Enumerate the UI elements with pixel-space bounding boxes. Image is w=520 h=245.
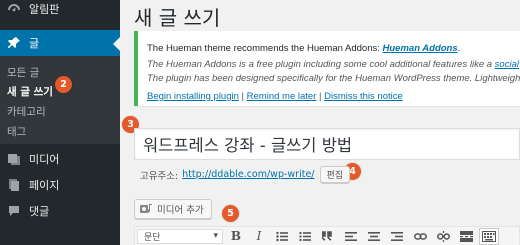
align-center-icon <box>368 231 380 241</box>
align-right-button[interactable] <box>387 228 407 245</box>
numbered-list-button[interactable] <box>295 228 315 245</box>
read-more-button[interactable] <box>456 228 476 245</box>
callout-badge: 5 <box>222 205 239 222</box>
bold-button[interactable]: B <box>226 228 246 245</box>
chevron-down-icon: ▾ <box>213 231 218 241</box>
camera-music-icon <box>139 203 153 215</box>
posts-submenu: 모든 글 새 글 쓰기 카테고리 태그 <box>0 56 120 144</box>
remove-link-button[interactable] <box>433 228 453 245</box>
menu-dashboard[interactable]: 알림판 <box>0 0 120 22</box>
submenu-categories[interactable]: 카테고리 <box>7 104 46 119</box>
menu-posts[interactable]: 글 <box>0 30 120 56</box>
notice-line-2: The Hueman Addons is a free plugin inclu… <box>147 59 519 70</box>
menu-media-label: 미디어 <box>29 153 60 166</box>
menu-comments[interactable]: 댓글 <box>0 198 120 224</box>
notice-line-3: The plugin has been designed specificall… <box>147 73 520 84</box>
menu-posts-label: 글 <box>29 37 40 50</box>
post-title-input[interactable]: 워드프레스 강좌 - 글쓰기 방법 <box>134 128 520 160</box>
pin-icon <box>5 36 23 50</box>
format-select[interactable]: 문단 ▾ <box>137 228 223 244</box>
quote-icon <box>322 231 332 241</box>
dashboard-icon <box>5 2 23 16</box>
pages-icon <box>5 178 23 192</box>
media-icon <box>5 152 23 166</box>
notice-line-1: The Hueman theme recommends the Hueman A… <box>147 43 461 54</box>
submenu-all-posts[interactable]: 모든 글 <box>7 65 39 80</box>
permalink-url[interactable]: http://ddable.com/wp-write/ <box>182 169 314 180</box>
admin-sidebar: 알림판 글 모든 글 새 글 쓰기 카테고리 태그 미디어 페이지 댓글 <box>0 0 120 245</box>
editor-toolbar: 문단 ▾ B I <box>134 226 520 245</box>
hueman-addons-link[interactable]: Hueman Addons <box>383 43 458 54</box>
edit-permalink-button[interactable]: 편집 <box>319 166 351 183</box>
menu-media[interactable]: 미디어 <box>0 146 120 172</box>
social-link[interactable]: social <box>495 59 519 70</box>
link-icon <box>413 232 427 240</box>
bullet-list-icon <box>276 231 288 241</box>
menu-dashboard-label: 알림판 <box>29 3 60 16</box>
align-center-button[interactable] <box>364 228 384 245</box>
menu-pages-label: 페이지 <box>29 179 60 192</box>
keyboard-icon <box>482 230 496 242</box>
bullet-list-button[interactable] <box>272 228 292 245</box>
unlink-icon <box>436 230 450 242</box>
add-media-label: 미디어 추가 <box>157 205 204 216</box>
insert-link-button[interactable] <box>410 228 430 245</box>
remind-later-link[interactable]: Remind me later <box>247 91 317 102</box>
align-left-icon <box>345 231 357 241</box>
blockquote-button[interactable] <box>318 228 338 245</box>
begin-installing-link[interactable]: Begin installing plugin <box>147 91 239 102</box>
format-select-value: 문단 <box>144 232 161 243</box>
permalink-row: 고유주소: http://ddable.com/wp-write/ 편집 <box>140 166 351 183</box>
numbered-list-icon <box>299 231 311 241</box>
notice-actions: Begin installing plugin | Remind me late… <box>147 91 403 102</box>
callout-badge: 2 <box>55 76 72 93</box>
dismiss-notice-link[interactable]: Dismiss this notice <box>324 91 403 102</box>
submenu-add-new[interactable]: 새 글 쓰기 <box>7 84 53 99</box>
comments-icon <box>5 204 23 218</box>
permalink-label: 고유주소: <box>140 170 179 182</box>
align-left-button[interactable] <box>341 228 361 245</box>
add-media-button[interactable]: 미디어 추가 <box>134 199 212 219</box>
page-title: 새 글 쓰기 <box>134 6 221 30</box>
menu-pages[interactable]: 페이지 <box>0 172 120 198</box>
submenu-tags[interactable]: 태그 <box>7 124 26 139</box>
align-right-icon <box>391 231 403 241</box>
plugin-notice: The Hueman theme recommends the Hueman A… <box>134 31 520 106</box>
read-more-icon <box>459 230 473 242</box>
menu-comments-label: 댓글 <box>29 205 50 218</box>
italic-button[interactable]: I <box>249 228 269 245</box>
toolbar-toggle-button[interactable] <box>479 227 499 245</box>
